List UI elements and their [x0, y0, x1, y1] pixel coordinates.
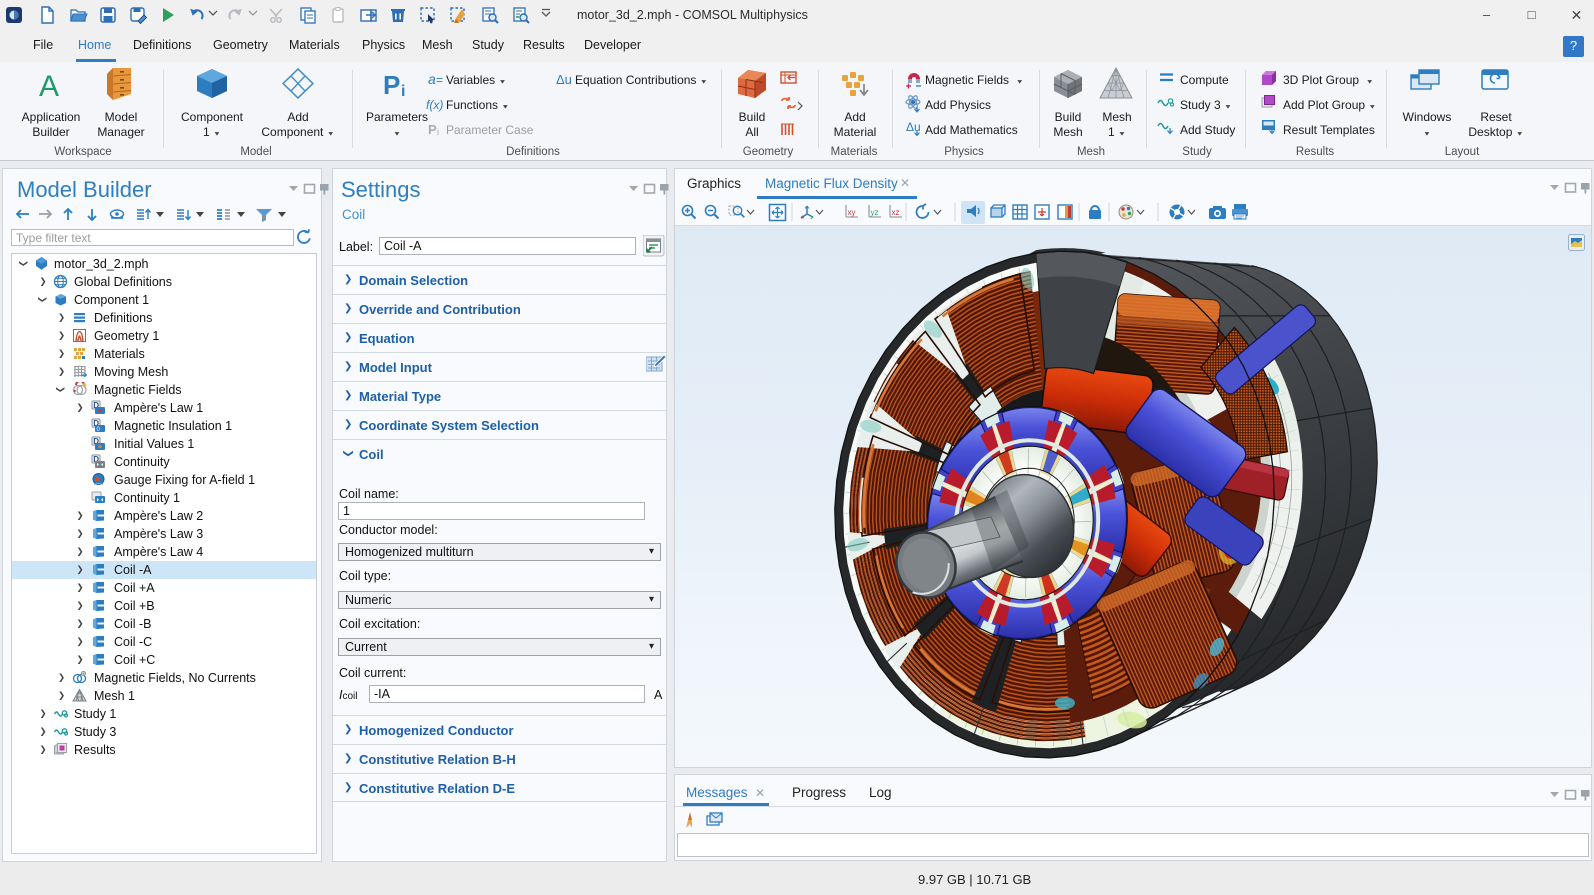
- svg-text:xz: xz: [892, 208, 900, 217]
- svg-text:A: A: [39, 70, 59, 103]
- svg-text:f(x): f(x): [426, 98, 443, 112]
- svg-text:i: i: [437, 127, 439, 137]
- svg-text:=: =: [436, 73, 443, 87]
- svg-text:i: i: [401, 83, 405, 100]
- svg-text:Δu: Δu: [556, 72, 572, 87]
- svg-text:P: P: [428, 122, 437, 137]
- svg-text:xy: xy: [848, 208, 856, 217]
- svg-text:a: a: [428, 71, 436, 87]
- svg-text:Δu: Δu: [906, 120, 921, 134]
- svg-text:yz: yz: [871, 208, 879, 217]
- svg-text:P: P: [383, 70, 400, 100]
